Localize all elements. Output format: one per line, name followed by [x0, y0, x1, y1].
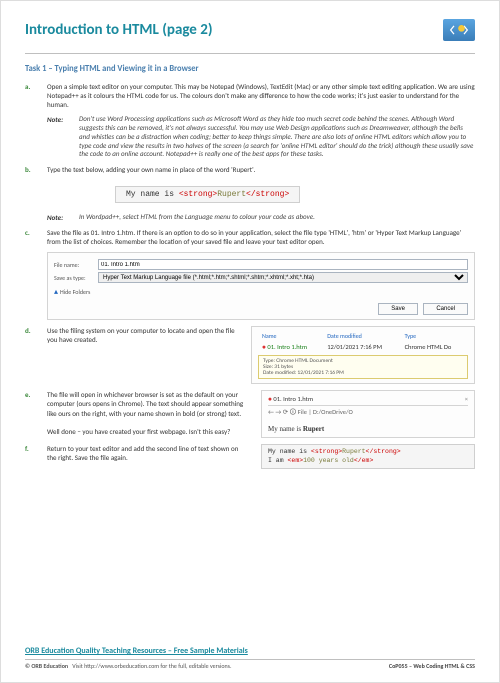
- note-label: Note:: [47, 115, 69, 159]
- item-letter: e.: [25, 390, 37, 435]
- close-icon[interactable]: ×: [465, 395, 468, 403]
- code-example-2: My name is <strong>Rupert</strong> I am …: [261, 444, 475, 469]
- page-title: Introduction to HTML (page 2): [25, 21, 213, 39]
- file-item[interactable]: 01. Intro 1.htm: [267, 343, 307, 351]
- item-text: The file will open in whichever browser …: [47, 390, 249, 435]
- saveas-select[interactable]: Hyper Text Markup Language file (*.html;…: [98, 272, 468, 283]
- task-heading: Task 1 – Typing HTML and Viewing it in a…: [25, 64, 475, 74]
- item-letter: b.: [25, 165, 37, 174]
- chevron-up-icon: ▴: [54, 287, 58, 297]
- lock-icon: 🛈: [290, 408, 297, 416]
- save-dialog: File name: Save as type:Hyper Text Marku…: [47, 252, 475, 320]
- item-text: Type the text below, adding your own nam…: [47, 165, 475, 174]
- item-letter: f.: [25, 444, 37, 462]
- note-text: Don't use Word Processing applications s…: [79, 115, 475, 159]
- item-letter: d.: [25, 326, 37, 344]
- cancel-button[interactable]: Cancel: [423, 303, 468, 315]
- filename-input[interactable]: [98, 259, 468, 270]
- item-text: Return to your text editor and add the s…: [47, 444, 249, 462]
- item-text: Save the file as 01. Intro 1.htm. If the…: [47, 228, 475, 246]
- logo-icon: [443, 19, 475, 41]
- divider: [25, 53, 475, 54]
- save-button[interactable]: Save: [378, 303, 418, 315]
- code-example: My name is <strong>Rupert</strong>: [115, 186, 300, 203]
- html-file-icon: ●: [268, 395, 272, 403]
- footer: ORB Education Quality Teaching Resources…: [25, 646, 475, 670]
- tooltip: Type: Chrome HTML DocumentSize: 31 bytes…: [258, 355, 468, 379]
- browser-window: ● 01. Intro 1.htm× ← → ⟳ 🛈 File | D:/One…: [261, 390, 475, 438]
- item-text: Open a simple text editor on your comput…: [47, 82, 475, 109]
- item-letter: c.: [25, 228, 37, 246]
- html-file-icon: ●: [262, 343, 266, 351]
- note-text: In Wordpad++, select HTML from the Langu…: [79, 213, 475, 222]
- item-text: Use the filing system on your computer t…: [47, 326, 239, 344]
- item-letter: a.: [25, 82, 37, 109]
- file-explorer: NameDate modifiedType ● 01. Intro 1.htm1…: [251, 326, 475, 384]
- note-label: Note:: [47, 213, 69, 222]
